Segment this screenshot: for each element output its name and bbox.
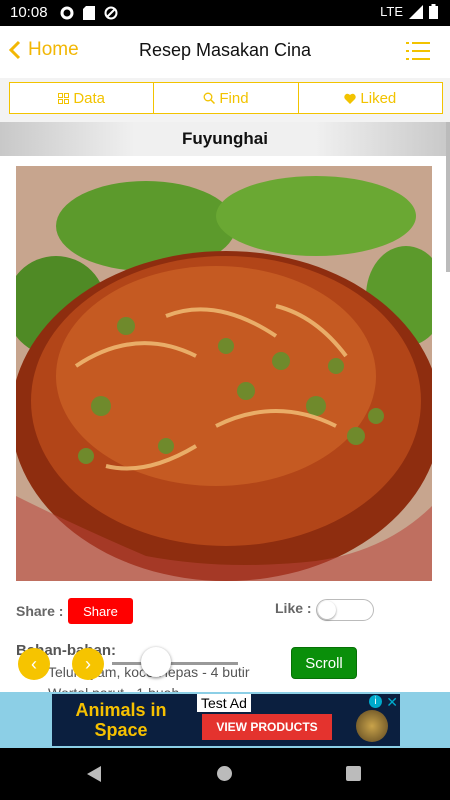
ad-close-icon[interactable]: ✕ (386, 694, 398, 711)
ad-emblem-icon (356, 710, 388, 742)
recipe-content[interactable]: Fuyunghai Share : Share Like : Bahan-bah… (0, 122, 450, 692)
ad-info-icon[interactable]: i (369, 695, 382, 708)
data-saver-icon (104, 6, 118, 20)
tab-data[interactable]: Data (10, 83, 153, 113)
tab-find-label: Find (219, 89, 249, 107)
app-bar: Home Resep Masakan Cina (0, 26, 450, 78)
scroll-button[interactable]: Scroll (291, 647, 357, 679)
system-nav-bar (0, 748, 450, 800)
page-title: Resep Masakan Cina (138, 40, 312, 60)
notification-icons (60, 6, 118, 20)
network-type: LTE (380, 4, 403, 19)
list-item: Wortel parut - 1 buah (48, 683, 250, 692)
tab-find[interactable]: Find (153, 83, 297, 113)
tab-data-label: Data (73, 89, 105, 107)
next-recipe-button[interactable]: › (72, 648, 104, 680)
heart-icon (344, 93, 357, 104)
nav-home-icon[interactable] (217, 766, 232, 781)
sd-card-icon (83, 6, 95, 20)
nav-back-icon[interactable] (86, 766, 102, 782)
ad-cta-button[interactable]: VIEW PRODUCTS (202, 714, 332, 740)
settings-icon (60, 6, 74, 20)
chevron-right-icon: › (85, 653, 91, 674)
content-scrollbar[interactable] (446, 122, 450, 272)
share-button[interactable]: Share (68, 598, 133, 624)
scroll-speed-slider[interactable] (112, 662, 238, 665)
ad-banner[interactable]: Animals in Space VIEW PRODUCTS Test Ad i… (52, 694, 400, 746)
like-label: Like : (275, 600, 312, 616)
signal-icon (409, 4, 423, 19)
status-time: 10:08 (10, 4, 48, 21)
share-label: Share : (16, 603, 64, 619)
search-icon (203, 92, 216, 104)
test-ad-label: Test Ad (197, 694, 251, 712)
tab-liked[interactable]: Liked (297, 83, 442, 113)
battery-icon (429, 4, 438, 19)
tab-liked-label: Liked (360, 89, 397, 107)
recipe-photo (16, 166, 432, 581)
recipe-title: Fuyunghai (0, 122, 450, 156)
nav-recent-apps-icon[interactable] (346, 766, 361, 781)
previous-recipe-button[interactable]: ‹ (18, 648, 50, 680)
toggle-knob (318, 601, 336, 619)
slider-handle[interactable] (141, 647, 172, 677)
ad-headline: Animals in Space (75, 700, 167, 740)
grid-icon (58, 92, 70, 104)
status-bar: 10:08 LTE (0, 0, 450, 26)
tab-bar: Data Find Liked (9, 82, 443, 114)
chevron-left-icon: ‹ (31, 653, 37, 674)
system-icons: LTE (380, 4, 438, 19)
list-menu-icon[interactable] (406, 42, 430, 60)
like-toggle[interactable] (316, 599, 374, 621)
